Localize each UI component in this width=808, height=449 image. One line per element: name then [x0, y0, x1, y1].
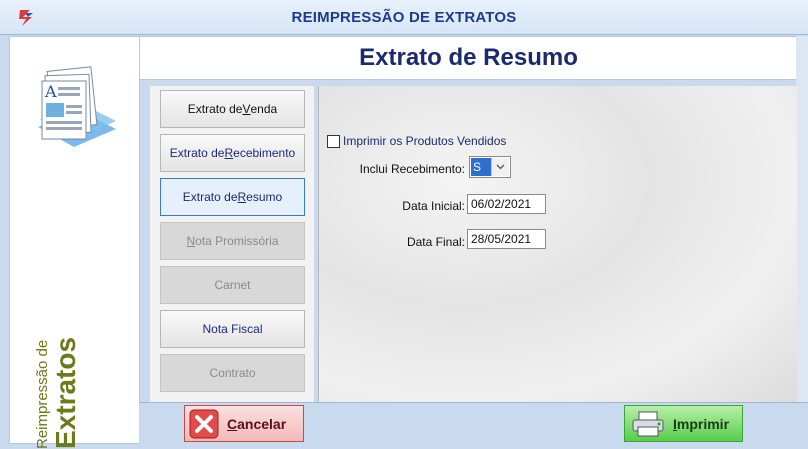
print-label: Imprimir: [673, 415, 730, 432]
print-button[interactable]: Imprimir: [624, 405, 743, 442]
print-products-checkbox[interactable]: [327, 134, 340, 148]
left-caption-big: Extratos: [50, 336, 81, 449]
options-panel: Imprimir os Produtos Vendidos Inclui Rec…: [318, 86, 797, 402]
menu-extrato-venda-button[interactable]: Extrato de Venda: [160, 90, 305, 128]
data-final-label: Data Final:: [406, 235, 465, 249]
menu-extrato-recebimento-button[interactable]: Extrato de Recebimento: [160, 134, 305, 172]
inclui-recebimento-label: Inclui Recebimento:: [359, 162, 465, 176]
page-title: Extrato de Resumo: [359, 44, 578, 71]
right-strip: [796, 36, 808, 402]
inclui-recebimento-value: S: [471, 158, 491, 176]
printer-icon: [632, 411, 664, 436]
menu-carnet-button: Carnet: [160, 266, 305, 304]
header-bar: Extrato de Resumo: [139, 36, 798, 80]
chevron-down-icon[interactable]: [491, 158, 509, 176]
left-panel: A Reimpressão de Extratos: [9, 36, 140, 449]
cancel-label: Cancelar: [227, 415, 287, 432]
print-products-row[interactable]: Imprimir os Produtos Vendidos: [327, 134, 506, 148]
data-inicial-field[interactable]: 06/02/2021: [467, 194, 546, 214]
cancel-x-icon: [189, 409, 219, 438]
window-title: REIMPRESSÃO DE EXTRATOS: [291, 9, 517, 26]
cancel-button[interactable]: Cancelar: [184, 405, 304, 442]
print-products-label: Imprimir os Produtos Vendidos: [343, 134, 507, 148]
report-menu: Extrato de Venda Extrato de Recebimento …: [150, 86, 314, 402]
data-final-field[interactable]: 28/05/2021: [467, 229, 546, 249]
inclui-recebimento-select[interactable]: S: [469, 156, 511, 178]
data-inicial-label: Data Inicial:: [402, 199, 465, 213]
title-bar: REIMPRESSÃO DE EXTRATOS: [0, 0, 808, 35]
documents-icon: A: [38, 66, 116, 147]
menu-contrato-button: Contrato: [160, 354, 305, 392]
menu-nota-promissoria-button: Nota Promissória: [160, 222, 305, 260]
left-caption-small: Reimpressão de: [34, 339, 51, 449]
left-panel-caption: Reimpressão de Extratos: [34, 337, 81, 449]
svg-text:A: A: [44, 82, 57, 101]
menu-extrato-resumo-button[interactable]: Extrato de Resumo: [160, 178, 305, 216]
menu-nota-fiscal-button[interactable]: Nota Fiscal: [160, 310, 305, 348]
